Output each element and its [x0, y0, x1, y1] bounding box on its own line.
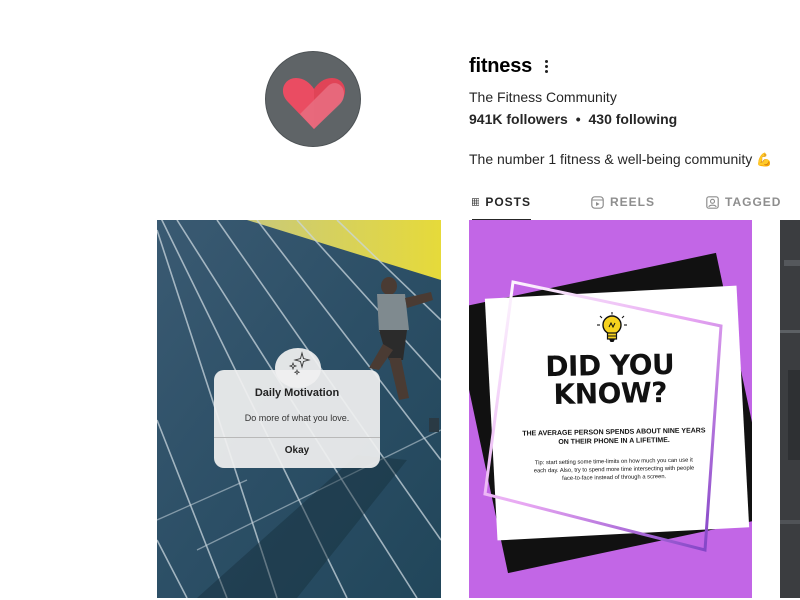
profile-username: fitness	[469, 55, 533, 77]
post-did-you-know[interactable]: DID YOU KNOW? THE AVERAGE PERSON SPENDS …	[469, 220, 752, 598]
grid-icon	[472, 198, 480, 206]
gym-photo	[780, 220, 800, 598]
dialog-okay-button[interactable]: Okay	[214, 445, 380, 456]
profile-stats: 941K followers • 430 following	[469, 111, 677, 127]
lightbulb-icon	[597, 312, 627, 342]
heart-icon	[282, 78, 346, 129]
profile-bio: The number 1 fitness & well-being commun…	[469, 151, 772, 168]
profile-full-name: The Fitness Community	[469, 89, 617, 105]
headline-line-2: KNOW?	[553, 376, 668, 411]
more-options-icon[interactable]	[538, 58, 554, 78]
motivation-dialog: Daily Motivation Do more of what you lov…	[214, 370, 380, 468]
following-link[interactable]: 430 following	[589, 111, 678, 127]
dialog-divider	[214, 437, 380, 438]
tab-tagged-label: TAGGED	[725, 195, 782, 209]
tagged-icon	[706, 195, 719, 209]
sparkle-icon	[288, 351, 311, 376]
bio-text: The number 1 fitness & well-being commun…	[469, 151, 753, 167]
profile-avatar[interactable]	[265, 51, 361, 147]
post-daily-motivation[interactable]: Daily Motivation Do more of what you lov…	[157, 220, 441, 598]
did-you-know-tip: Tip: start setting some time-limits on h…	[533, 457, 695, 482]
did-you-know-subheading: THE AVERAGE PERSON SPENDS ABOUT NINE YEA…	[522, 427, 706, 446]
tab-tagged[interactable]: TAGGED	[706, 185, 781, 219]
followers-link[interactable]: 941K followers	[469, 111, 568, 127]
tab-posts[interactable]: POSTS	[472, 185, 531, 220]
tab-reels-label: REELS	[610, 195, 656, 209]
reels-icon	[591, 195, 604, 209]
dialog-message: Do more of what you love.	[244, 413, 350, 423]
tab-reels[interactable]: REELS	[591, 185, 655, 219]
stats-separator: •	[575, 111, 581, 127]
post-third-partial[interactable]	[780, 220, 800, 598]
flexed-biceps-emoji: 💪	[756, 152, 773, 167]
tab-posts-label: POSTS	[485, 195, 531, 209]
profile-tabs: POSTS REELS TAGGED	[469, 185, 800, 221]
dialog-title: Daily Motivation	[254, 387, 340, 399]
did-you-know-headline: DID YOU KNOW?	[499, 348, 722, 411]
